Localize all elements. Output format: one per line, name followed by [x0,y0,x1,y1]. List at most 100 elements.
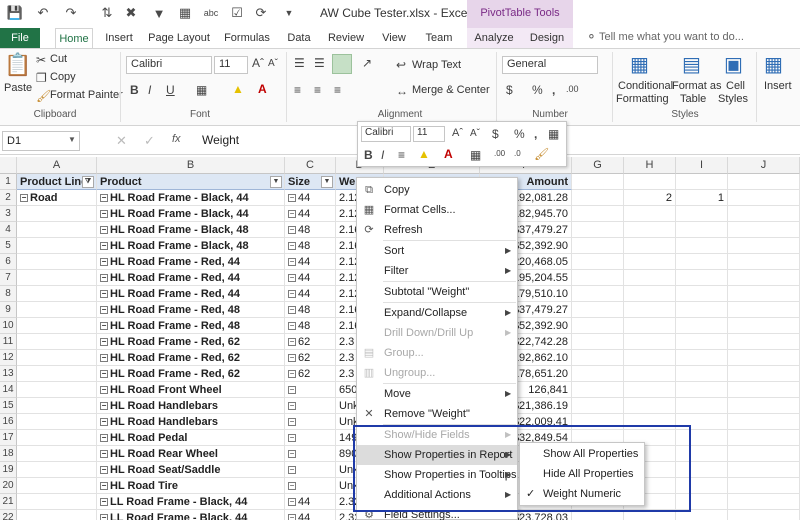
redo-icon[interactable]: ↷ [62,4,80,22]
format-as-table-button-line2[interactable]: Table [680,93,706,105]
menu-item[interactable]: Remove "Weight" [357,404,517,424]
cell-a[interactable] [17,446,97,462]
cell-a[interactable] [17,382,97,398]
menu-item[interactable]: Subtotal "Weight" [357,282,517,302]
align-bottom-button[interactable] [332,54,352,74]
cell-i[interactable] [676,286,728,302]
filter-dropdown-icon[interactable]: ▼ [321,176,333,188]
cell-c[interactable]: − [285,478,336,494]
save-icon[interactable]: 💾 [6,4,24,22]
cell-b[interactable]: − HL Road Frame - Red, 48 [97,318,285,334]
cell-b[interactable]: − HL Road Frame - Red, 48 [97,302,285,318]
cell-c[interactable]: −62 [285,366,336,382]
collapse-icon[interactable]: − [100,306,108,315]
merge-icon[interactable]: ↔ [396,84,408,98]
cell-a[interactable] [17,334,97,350]
cell-j[interactable] [728,446,800,462]
cell-i[interactable] [676,398,728,414]
conditional-formatting-button[interactable]: Conditional [618,80,673,92]
cell-i[interactable] [676,222,728,238]
cell-j[interactable] [728,494,800,510]
collapse-icon[interactable]: − [288,370,296,379]
cell-b[interactable]: − HL Road Frame - Red, 44 [97,286,285,302]
cell-h[interactable] [624,366,676,382]
cell-b[interactable]: − HL Road Rear Wheel [97,446,285,462]
collapse-icon[interactable]: − [288,514,296,520]
cell-a[interactable] [17,270,97,286]
cell-h[interactable] [624,286,676,302]
cell-c[interactable]: −48 [285,238,336,254]
cell-a[interactable] [17,238,97,254]
mini-table-icon[interactable]: ▦ [548,127,559,141]
cell-b[interactable]: − HL Road Frame - Red, 62 [97,366,285,382]
grow-font-icon[interactable]: Aˆ [252,56,264,70]
cell-c[interactable]: − [285,382,336,398]
collapse-icon[interactable]: − [288,306,296,315]
collapse-icon[interactable]: − [100,514,108,520]
cell-j[interactable] [728,366,800,382]
menu-item[interactable]: Filter [357,261,517,281]
collapse-icon[interactable]: − [288,226,296,235]
cell-b[interactable]: − HL Road Frame - Red, 44 [97,254,285,270]
cell-i[interactable] [676,334,728,350]
column-header-i[interactable]: I [676,157,728,174]
cell-h[interactable] [624,382,676,398]
collapse-icon[interactable]: − [288,338,296,347]
mini-shrink-font-icon[interactable]: Aˇ [470,128,480,139]
tab-design[interactable]: Design [526,28,568,48]
currency-button[interactable]: $ [506,83,513,97]
row-header[interactable]: 13 [0,366,17,382]
cell-g[interactable] [572,382,624,398]
row-header[interactable]: 4 [0,222,17,238]
cell-h[interactable] [624,334,676,350]
mini-bold-button[interactable]: B [364,148,373,162]
cell-j[interactable] [728,254,800,270]
copy-icon[interactable]: ❐ [36,71,47,85]
cell-j[interactable] [728,478,800,494]
cell-b[interactable]: − HL Road Frame - Red, 62 [97,334,285,350]
cell-a[interactable] [17,366,97,382]
cell-h[interactable] [624,350,676,366]
select-all-corner[interactable] [0,157,17,174]
tab-home[interactable]: Home [55,28,93,48]
row-header[interactable]: 18 [0,446,17,462]
format-as-table-button[interactable]: Format as [672,80,722,92]
underline-button[interactable]: U [166,83,175,97]
row-header[interactable]: 16 [0,414,17,430]
tab-view[interactable]: View [378,28,410,48]
cell-c[interactable]: −48 [285,318,336,334]
cell-a[interactable] [17,478,97,494]
cell-a[interactable] [17,494,97,510]
cell-j[interactable] [728,398,800,414]
cell-j[interactable] [728,430,800,446]
cell-g[interactable] [572,334,624,350]
cell-a[interactable] [17,462,97,478]
row-header[interactable]: 9 [0,302,17,318]
undo-icon[interactable]: ↶ [34,4,52,22]
cell-h[interactable] [624,398,676,414]
cell-g[interactable] [572,302,624,318]
cut-icon[interactable]: ✂ [36,53,46,67]
row-header[interactable]: 11 [0,334,17,350]
collapse-icon[interactable]: − [288,290,296,299]
cell-j[interactable] [728,206,800,222]
collapse-icon[interactable]: − [100,322,108,331]
tab-file[interactable]: File [0,28,40,48]
row-header[interactable]: 19 [0,462,17,478]
filter-dropdown-icon[interactable]: ▼ [270,176,282,188]
mini-borders-icon[interactable]: ▦ [470,148,481,162]
collapse-icon[interactable]: − [288,482,296,491]
cell-styles-button-line2[interactable]: Styles [718,93,748,105]
cell-c[interactable]: − [285,446,336,462]
collapse-icon[interactable]: − [100,434,108,443]
wrap-text-icon[interactable]: ↩ [396,58,406,72]
menu-item[interactable]: Expand/Collapse [357,303,517,323]
row-header[interactable]: 15 [0,398,17,414]
insert-function-button[interactable]: fx [172,133,181,145]
cell-c[interactable]: −44 [285,190,336,206]
align-middle-icon[interactable]: ☰ [314,56,325,70]
cell-b[interactable]: − HL Road Frame - Black, 48 [97,222,285,238]
collapse-icon[interactable]: − [100,210,108,219]
cell-a[interactable] [17,430,97,446]
conditional-formatting-button-line2[interactable]: Formatting [616,93,669,105]
